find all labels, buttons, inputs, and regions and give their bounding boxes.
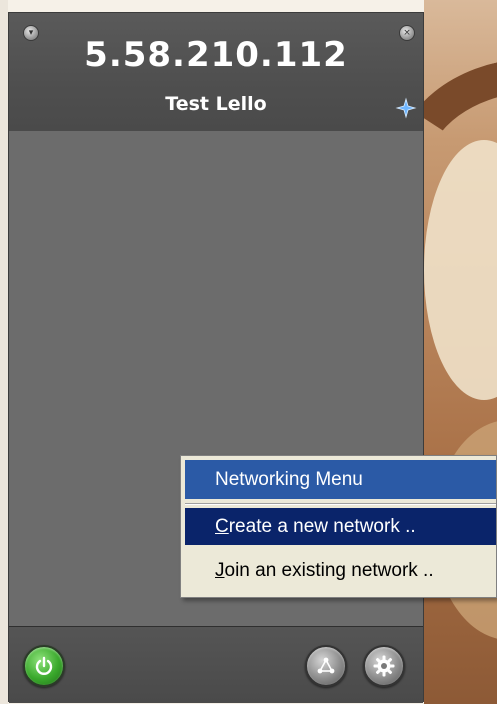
window-footer (9, 626, 423, 703)
pin-icon[interactable] (395, 97, 417, 119)
menu-item-label: reate a new network .. (228, 516, 416, 537)
power-button[interactable] (23, 645, 65, 687)
network-icon (317, 657, 335, 674)
network-menu-button[interactable] (305, 645, 347, 687)
desktop-background (0, 0, 424, 12)
ip-address: 5.58.210.112 (84, 35, 348, 75)
desktop-wallpaper (424, 0, 497, 704)
menu-separator (185, 503, 496, 505)
menu-item-join-network[interactable]: Join an existing network .. (185, 552, 496, 589)
power-icon (35, 656, 53, 675)
settings-button[interactable] (363, 645, 405, 687)
menu-item-mnemonic: C (215, 516, 229, 537)
window-header: ▾ × 5.58.210.112 Test Lello (9, 13, 423, 132)
menu-item-create-network[interactable]: Create a new network .. (185, 508, 496, 545)
menu-item-label: oin an existing network .. (224, 560, 434, 581)
menu-item-mnemonic: J (215, 560, 225, 581)
app-window: ▾ × 5.58.210.112 Test Lello (8, 12, 424, 703)
networking-menu: Networking Menu Create a new network .. … (180, 455, 497, 598)
menu-title: Networking Menu (185, 460, 496, 499)
gear-icon (373, 655, 395, 677)
network-name: Test Lello (165, 93, 267, 115)
desktop-edge (0, 0, 8, 704)
